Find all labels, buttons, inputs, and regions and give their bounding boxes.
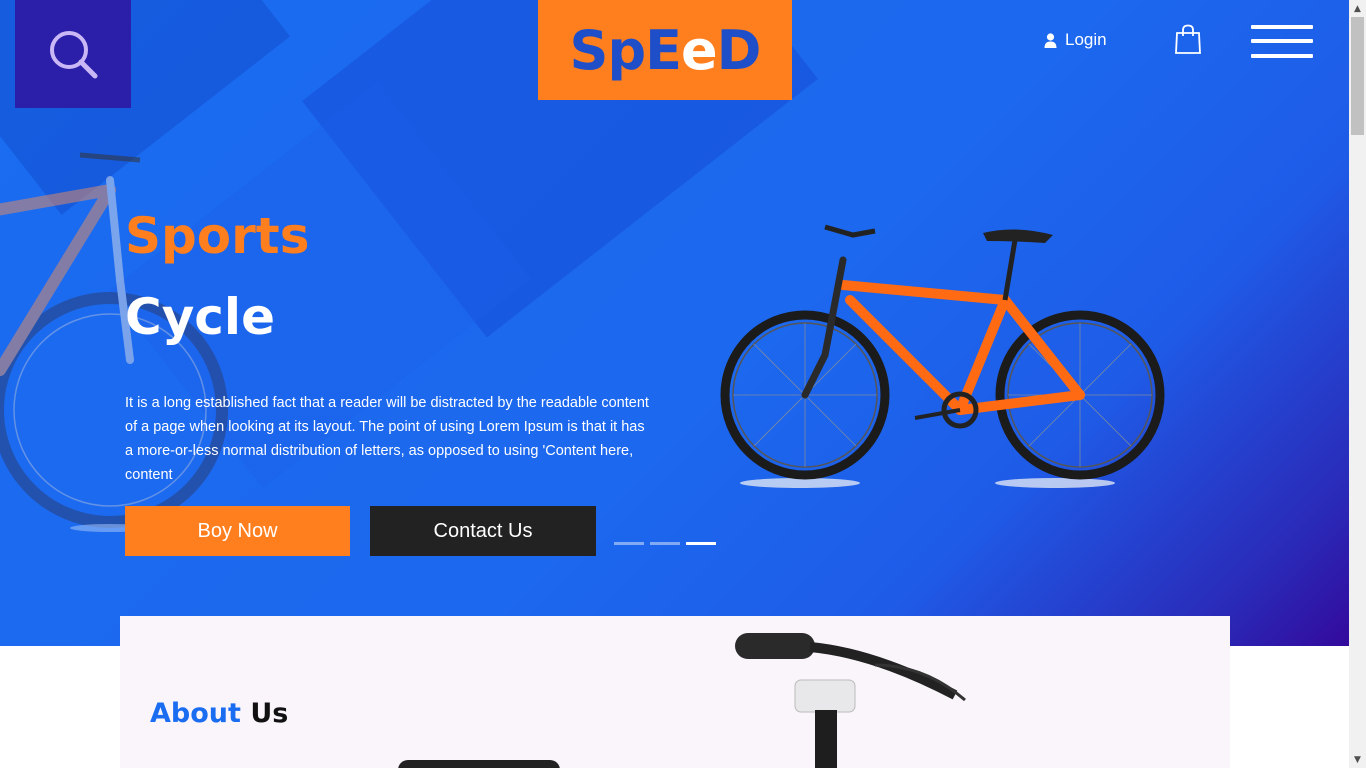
search-icon (50, 31, 98, 79)
slider-dot-2[interactable] (650, 542, 680, 545)
logo-text-part2: e (680, 18, 718, 82)
slider-dot-3[interactable] (686, 542, 716, 545)
contact-us-button[interactable]: Contact Us (370, 506, 596, 556)
slider-indicators (614, 542, 716, 545)
site-logo[interactable]: SpE e D (538, 0, 792, 100)
slider-dot-1[interactable] (614, 542, 644, 545)
shopping-bag-icon[interactable] (1174, 24, 1202, 54)
hero-title-line2: Cycle (125, 288, 275, 346)
about-heading: About Us (150, 698, 288, 729)
about-heading-part2: Us (250, 698, 289, 729)
bicycle-seat-image (398, 760, 560, 768)
hero-description: It is a long established fact that a rea… (125, 395, 649, 483)
about-heading-part1: About (150, 698, 241, 729)
vertical-scrollbar[interactable]: ▲ ▼ (1349, 0, 1366, 768)
login-link[interactable]: Login (1044, 28, 1107, 52)
buy-now-button[interactable]: Boy Now (125, 506, 350, 556)
bicycle-handlebar-image (735, 633, 966, 768)
scrollbar-thumb[interactable] (1351, 17, 1364, 135)
user-icon (1044, 32, 1057, 48)
bicycle-product-image (720, 224, 1165, 488)
search-button[interactable] (15, 0, 131, 108)
hero-title-line1: Sports (125, 207, 310, 265)
hamburger-menu-icon[interactable] (1251, 25, 1313, 59)
scroll-down-arrow-icon[interactable]: ▼ (1349, 751, 1366, 768)
logo-text-part1: SpE (569, 18, 682, 82)
login-label: Login (1065, 30, 1107, 49)
scroll-up-arrow-icon[interactable]: ▲ (1349, 0, 1366, 17)
about-section (120, 616, 1230, 768)
logo-text-part3: D (716, 18, 762, 82)
